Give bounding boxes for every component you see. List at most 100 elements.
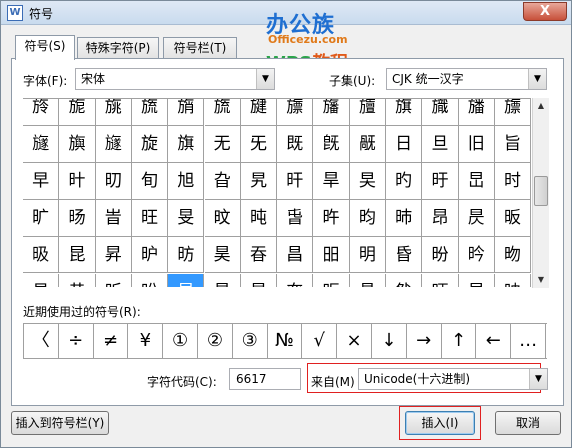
symbol-cell[interactable]: 昜	[350, 273, 386, 287]
symbol-cell[interactable]: 旍	[23, 99, 60, 126]
insert-button[interactable]: 插入(I)	[405, 411, 475, 435]
symbol-cell[interactable]: 旓	[168, 99, 205, 126]
symbol-cell[interactable]: 昞	[422, 273, 459, 287]
symbol-cell[interactable]: 旲	[349, 162, 386, 200]
scroll-up-icon[interactable]: ▲	[533, 98, 549, 114]
symbol-cell[interactable]: 日	[386, 125, 423, 163]
symbol-cell[interactable]: 旾	[277, 199, 314, 237]
symbol-cell[interactable]: 旧	[458, 125, 495, 163]
symbol-cell[interactable]: 旸	[59, 199, 96, 237]
symbol-cell[interactable]: 旐	[95, 99, 132, 126]
symbol-cell[interactable]: 旽	[240, 199, 278, 237]
recent-symbol[interactable]: ←	[476, 324, 512, 358]
symbol-cell[interactable]: 昂	[422, 199, 459, 237]
recent-symbol[interactable]: …	[511, 324, 546, 358]
symbol-cell[interactable]: 昑	[458, 236, 495, 274]
symbol-cell[interactable]: 昄	[494, 199, 531, 237]
symbol-cell[interactable]: 旫	[95, 162, 132, 200]
tab-symbol-bar[interactable]: 符号栏(T)	[163, 37, 237, 59]
recent-symbol[interactable]: √	[302, 324, 338, 358]
symbol-cell[interactable]: 昘	[205, 273, 241, 287]
symbol-cell[interactable]: 昒	[494, 236, 531, 274]
symbol-cell[interactable]: 旬	[131, 162, 169, 200]
symbol-cell[interactable]: 星	[459, 273, 495, 287]
recent-symbol[interactable]: 〈	[24, 324, 59, 358]
symbol-cell[interactable]: 早	[23, 162, 60, 200]
symbol-cell[interactable]: 旞	[95, 125, 132, 163]
symbol-cell[interactable]: 昀	[349, 199, 386, 237]
symbol-cell[interactable]: 旵	[458, 162, 495, 200]
symbol-cell[interactable]: 昔	[59, 273, 96, 287]
symbol-cell[interactable]: 昅	[23, 236, 60, 274]
symbol-cell[interactable]: 旯	[240, 162, 278, 200]
symbol-cell[interactable]: 旰	[277, 162, 314, 200]
symbol-cell[interactable]: 昌	[277, 236, 314, 274]
symbol-cell[interactable]: 旻	[168, 199, 205, 237]
symbol-cell[interactable]: 旘	[422, 99, 459, 126]
symbol-cell[interactable]: 旒	[204, 99, 241, 126]
symbol-cell[interactable]: 旙	[458, 99, 495, 126]
symbol-cell[interactable]: 昛	[313, 273, 350, 287]
symbol-cell[interactable]: 旺	[131, 199, 169, 237]
symbol-cell[interactable]: 旪	[59, 162, 96, 200]
symbol-cell[interactable]: 旤	[349, 125, 386, 163]
symbol-cell[interactable]: 旴	[422, 162, 459, 200]
symbol-cell[interactable]: 旜	[349, 99, 386, 126]
close-button[interactable]: X	[523, 2, 567, 21]
symbol-cell[interactable]: 旛	[313, 99, 350, 126]
from-select[interactable]: Unicode(十六进制) ▼	[358, 368, 548, 390]
symbol-cell[interactable]: 旞	[23, 125, 60, 163]
symbol-cell[interactable]: 旣	[313, 125, 350, 163]
tab-symbols[interactable]: 符号(S)	[15, 35, 75, 60]
symbol-cell[interactable]: 明	[349, 236, 386, 274]
symbol-cell[interactable]: 昊	[204, 236, 241, 274]
recent-symbol[interactable]: ↑	[442, 324, 477, 358]
recent-symbol[interactable]: ÷	[59, 324, 94, 358]
symbol-cell[interactable]: 旳	[386, 162, 423, 200]
symbol-cell[interactable]: 昃	[458, 199, 495, 237]
symbol-cell[interactable]: 旿	[313, 199, 350, 237]
recent-symbol[interactable]: ¥	[128, 324, 164, 358]
symbol-cell[interactable]: 昚	[277, 273, 314, 287]
symbol-cell[interactable]: 旨	[494, 125, 531, 163]
font-select[interactable]: 宋体 ▼	[75, 68, 275, 90]
symbol-cell[interactable]: 旚	[494, 99, 531, 126]
tab-special-characters[interactable]: 特殊字符(P)	[77, 37, 159, 59]
symbol-cell[interactable]: 昁	[386, 199, 423, 237]
symbol-cell[interactable]: 映	[495, 273, 531, 287]
symbol-cell[interactable]: 无	[204, 125, 241, 163]
symbol-cell[interactable]: 昗	[168, 273, 205, 287]
symbol-cell[interactable]: 昋	[240, 236, 278, 274]
symbol-cell[interactable]: 旎	[59, 99, 96, 126]
symbol-cell[interactable]: 旷	[23, 199, 60, 237]
grid-scrollbar[interactable]: ▲ ▼	[532, 98, 549, 288]
symbol-cell[interactable]: 旡	[240, 125, 278, 163]
symbol-cell[interactable]: 昈	[131, 236, 169, 274]
symbol-cell[interactable]: 旒	[131, 99, 169, 126]
symbol-cell[interactable]: 昏	[386, 236, 423, 274]
recent-symbol[interactable]: №	[268, 324, 303, 358]
symbol-cell[interactable]: 旋	[131, 125, 169, 163]
symbol-cell[interactable]: 旟	[59, 125, 96, 163]
recent-symbol[interactable]: ≠	[94, 324, 129, 358]
symbol-cell[interactable]: 旮	[204, 162, 241, 200]
symbol-cell[interactable]: 旚	[277, 99, 314, 126]
symbol-cell[interactable]: 旼	[204, 199, 241, 237]
symbol-cell[interactable]: 昙	[241, 273, 278, 287]
recent-symbol[interactable]: ×	[337, 324, 372, 358]
cancel-button[interactable]: 取消	[495, 411, 561, 435]
recent-symbol[interactable]: ③	[233, 324, 268, 358]
symbol-cell[interactable]: 易	[23, 273, 60, 287]
symbol-cell[interactable]: 昍	[313, 236, 350, 274]
char-code-input[interactable]: 6617	[229, 368, 301, 390]
symbol-cell[interactable]: 昆	[59, 236, 96, 274]
symbol-cell[interactable]: 旗	[168, 125, 205, 163]
scroll-thumb[interactable]	[534, 176, 548, 206]
symbol-cell[interactable]: 旭	[168, 162, 205, 200]
symbol-cell[interactable]: 昇	[95, 236, 132, 274]
symbol-cell[interactable]: 昕	[96, 273, 132, 287]
symbol-cell[interactable]: 昉	[168, 236, 205, 274]
symbol-cell[interactable]: 旹	[95, 199, 132, 237]
symbol-cell[interactable]: 旗	[386, 99, 423, 126]
recent-symbol[interactable]: →	[407, 324, 442, 358]
